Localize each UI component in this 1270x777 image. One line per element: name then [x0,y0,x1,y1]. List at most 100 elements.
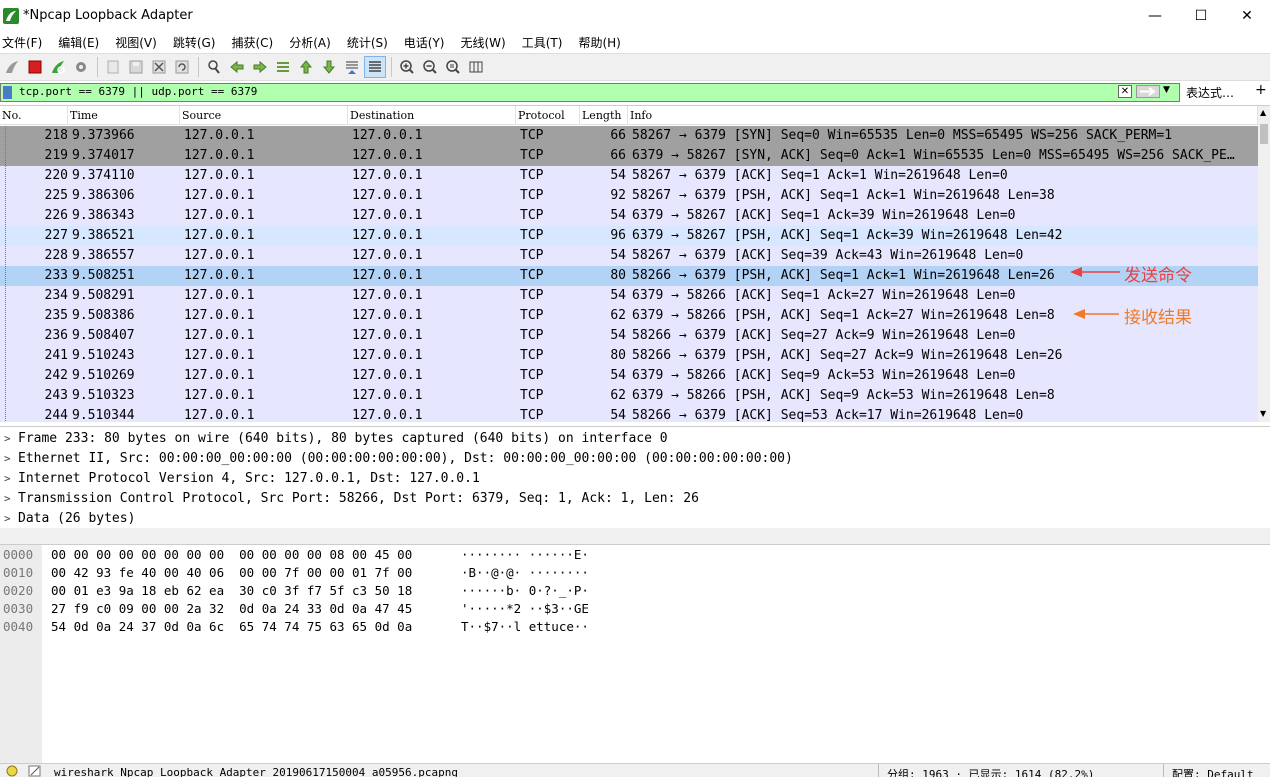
filter-history-dropdown-icon[interactable]: ▼ [1163,85,1170,95]
maximize-button[interactable]: ☐ [1178,0,1224,31]
packet-row[interactable]: 234 9.508291 127.0.0.1 127.0.0.1 TCP 54 6379 →… [0,286,1258,306]
expand-chevron-icon[interactable]: > [4,449,11,469]
filter-expression-button[interactable]: 表达式… [1186,84,1234,101]
menu-edit[interactable]: 编辑(E) [56,34,105,51]
packet-cell-info: 58267 → 6379 [ACK] Seq=39 Ack=43 Win=261… [632,248,1024,263]
options-gear-icon[interactable] [70,56,92,78]
packet-row[interactable]: 242 9.510269 127.0.0.1 127.0.0.1 TCP 54 6379 →… [0,366,1258,386]
column-header-protocol[interactable]: Protocol [516,106,580,125]
scroll-down-icon[interactable]: ▼ [1260,409,1266,418]
go-to-packet-icon[interactable] [272,56,294,78]
packet-cell-info: 58267 → 6379 [ACK] Seq=1 Ack=1 Win=26196… [632,168,1008,183]
packet-row[interactable]: 244 9.510344 127.0.0.1 127.0.0.1 TCP 54 58266 … [0,406,1258,422]
packet-row[interactable]: 235 9.508386 127.0.0.1 127.0.0.1 TCP 62 6379 →… [0,306,1258,326]
zoom-in-icon[interactable] [396,56,418,78]
packet-row[interactable]: 220 9.374110 127.0.0.1 127.0.0.1 TCP 54 58267 … [0,166,1258,186]
expert-info-icon[interactable] [6,765,18,777]
menu-file[interactable]: 文件(F) [0,34,48,51]
minimize-button[interactable]: — [1132,0,1178,31]
packet-cell-proto: TCP [520,208,544,223]
filter-apply-arrow-icon[interactable] [1136,85,1160,98]
menu-view[interactable]: 视图(V) [113,34,163,51]
expand-chevron-icon[interactable]: > [4,469,11,489]
column-header-length[interactable]: Length [580,106,628,125]
packet-cell-proto: TCP [520,368,544,383]
packet-cell-time: 9.374017 [72,148,135,163]
save-file-icon[interactable] [125,56,147,78]
packet-row[interactable]: 226 9.386343 127.0.0.1 127.0.0.1 TCP 54 6379 →… [0,206,1258,226]
column-header-source[interactable]: Source [180,106,348,125]
column-header-time[interactable]: Time [68,106,180,125]
toolbar-separator [391,57,392,77]
zoom-out-icon[interactable] [419,56,441,78]
close-button[interactable]: ✕ [1224,0,1270,31]
packet-cell-no: 220 [44,168,68,183]
expand-chevron-icon[interactable]: > [4,509,11,529]
packet-cell-info: 58267 → 6379 [PSH, ACK] Seq=1 Ack=1 Win=… [632,188,1055,203]
packet-cell-src: 127.0.0.1 [184,388,255,403]
packet-row[interactable]: 219 9.374017 127.0.0.1 127.0.0.1 TCP 66 6379 →… [0,146,1258,166]
menu-statistics[interactable]: 统计(S) [345,34,394,51]
colorize-icon[interactable] [364,56,386,78]
packet-cell-info: 6379 → 58267 [PSH, ACK] Seq=1 Ack=39 Win… [632,228,1063,243]
packet-cell-no: 228 [44,248,68,263]
filter-clear-icon[interactable]: ✕ [1118,85,1132,98]
packet-cell-proto: TCP [520,408,544,422]
packet-cell-time: 9.386557 [72,248,135,263]
find-icon[interactable] [203,56,225,78]
scrollbar-thumb[interactable] [1260,124,1268,144]
menu-wireless[interactable]: 无线(W) [459,34,512,51]
packet-cell-no: 219 [44,148,68,163]
go-back-icon[interactable] [226,56,248,78]
first-packet-icon[interactable] [295,56,317,78]
receive-annotation-arrow-icon [1073,309,1119,319]
packet-list-scrollbar[interactable]: ▲ ▼ [1258,106,1270,422]
normal-size-icon[interactable] [442,56,464,78]
packet-cell-proto: TCP [520,188,544,203]
display-filter-bar: tcp.port == 6379 || udp.port == 6379 ✕ ▼… [0,82,1270,103]
filter-text[interactable]: tcp.port == 6379 || udp.port == 6379 [19,85,257,98]
autoscroll-icon[interactable] [341,56,363,78]
column-header-no[interactable]: No. [0,106,68,125]
add-filter-button-plus-icon[interactable]: + [1255,82,1267,98]
status-divider [1163,764,1164,777]
close-file-icon[interactable] [148,56,170,78]
menu-telephony[interactable]: 电话(Y) [402,34,451,51]
resize-columns-icon[interactable] [465,56,487,78]
status-profile[interactable]: 配置: Default [1172,766,1254,777]
expand-chevron-icon[interactable]: > [4,429,11,449]
reload-icon[interactable] [171,56,193,78]
menu-bar: 文件(F) 编辑(E) 视图(V) 跳转(G) 捕获(C) 分析(A) 统计(S… [0,31,1270,53]
scroll-up-icon[interactable]: ▲ [1260,108,1266,117]
packet-cell-time: 9.510243 [72,348,135,363]
expand-chevron-icon[interactable]: > [4,489,11,509]
packet-row[interactable]: 243 9.510323 127.0.0.1 127.0.0.1 TCP 62 6379 →… [0,386,1258,406]
shark-fin-icon[interactable] [1,56,23,78]
menu-capture[interactable]: 捕获(C) [229,34,279,51]
menu-help[interactable]: 帮助(H) [576,34,626,51]
packet-cell-no: 227 [44,228,68,243]
packet-row[interactable]: 236 9.508407 127.0.0.1 127.0.0.1 TCP 54 58266 … [0,326,1258,346]
packet-cell-len: 54 [610,408,626,422]
go-forward-icon[interactable] [249,56,271,78]
capture-comment-icon[interactable] [28,765,42,777]
menu-go[interactable]: 跳转(G) [171,34,222,51]
menu-analyze[interactable]: 分析(A) [287,34,337,51]
packet-row[interactable]: 218 9.373966 127.0.0.1 127.0.0.1 TCP 66 58267 … [0,126,1258,146]
packet-row[interactable]: 225 9.386306 127.0.0.1 127.0.0.1 TCP 92 58267 … [0,186,1258,206]
display-filter-input[interactable]: tcp.port == 6379 || udp.port == 6379 [0,83,1180,102]
pane-splitter[interactable] [0,528,1270,545]
packet-cell-dst: 127.0.0.1 [352,408,423,422]
restart-icon[interactable] [47,56,69,78]
packet-row[interactable]: 241 9.510243 127.0.0.1 127.0.0.1 TCP 80 58266 … [0,346,1258,366]
open-file-icon[interactable] [102,56,124,78]
column-header-info[interactable]: Info [628,106,1258,125]
packet-row[interactable]: 228 9.386557 127.0.0.1 127.0.0.1 TCP 54 58267 … [0,246,1258,266]
last-packet-icon[interactable] [318,56,340,78]
filter-bookmark-icon[interactable] [3,86,12,99]
packet-row[interactable]: 227 9.386521 127.0.0.1 127.0.0.1 TCP 96 6379 →… [0,226,1258,246]
packet-cell-len: 54 [610,368,626,383]
column-header-destination[interactable]: Destination [348,106,516,125]
menu-tools[interactable]: 工具(T) [520,34,569,51]
stop-icon[interactable] [24,56,46,78]
